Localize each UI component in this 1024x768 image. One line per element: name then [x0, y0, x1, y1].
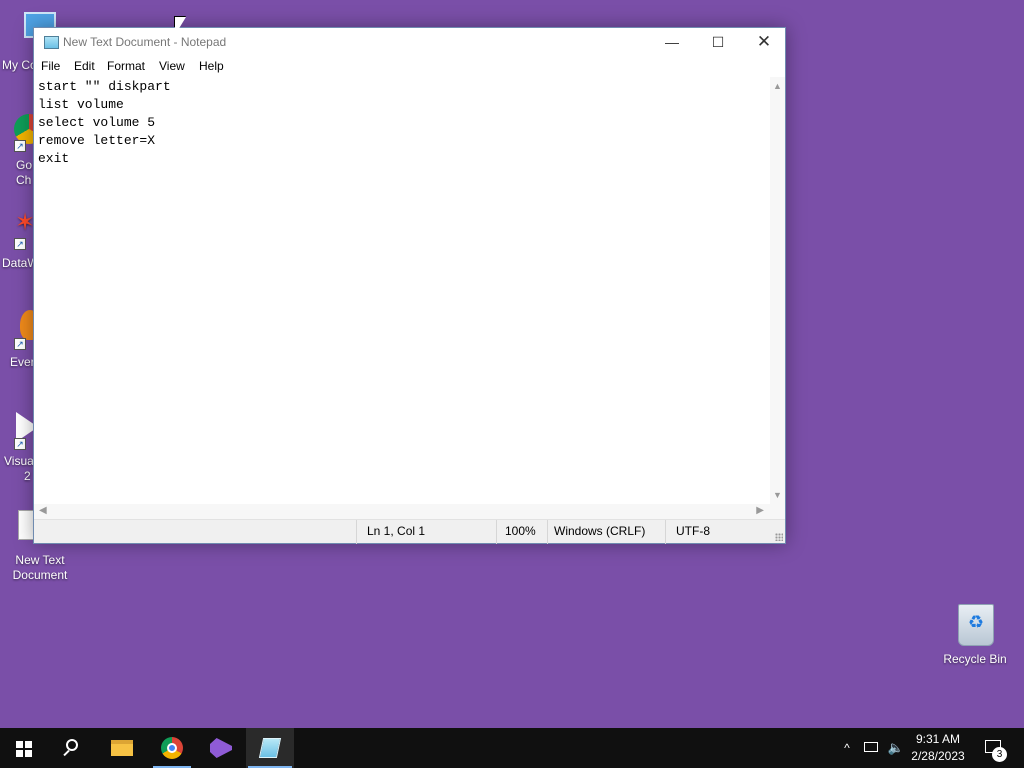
windows-logo-icon	[16, 741, 32, 757]
action-center-button[interactable]: 3	[980, 728, 1010, 768]
scroll-right-icon[interactable]: ▶	[756, 505, 764, 516]
desktop-icon-datawrapper[interactable]: ✶ ↗ DataW	[0, 210, 39, 280]
resize-grip-icon[interactable]	[775, 533, 783, 541]
desktop-icon-recycle-bin[interactable]: Recycle Bin	[940, 600, 1010, 670]
desktop-icon-label: Go Ch	[16, 158, 32, 188]
taskbar-visual-studio[interactable]	[197, 728, 245, 768]
zoom-level: 100%	[496, 520, 547, 544]
menu-bar: File Edit Format View Help	[34, 57, 785, 77]
start-button[interactable]	[0, 728, 48, 768]
desktop-icon-label: Recycle Bin	[943, 652, 1007, 666]
notification-count-badge: 3	[992, 747, 1007, 762]
desktop-icon-google-chrome[interactable]: ↗ Go Ch	[0, 110, 44, 190]
scrollbar-corner	[770, 504, 785, 519]
desktop-icon-label: Visua 2	[4, 454, 34, 484]
menu-help[interactable]: Help	[199, 59, 224, 73]
cursor-position: Ln 1, Col 1	[356, 520, 496, 544]
network-icon[interactable]	[862, 728, 882, 768]
scroll-down-icon[interactable]: ▼	[773, 490, 782, 500]
desktop-icon-visual-studio[interactable]: ↗ Visua 2	[0, 408, 38, 488]
recycle-bin-icon	[958, 604, 994, 646]
line-ending: Windows (CRLF)	[547, 520, 665, 544]
encoding: UTF-8	[665, 520, 785, 544]
close-button[interactable]: ✕	[741, 28, 787, 57]
visual-studio-icon	[210, 738, 232, 758]
volume-icon[interactable]: 🔈	[886, 728, 906, 768]
search-button[interactable]	[48, 728, 96, 768]
clock[interactable]: 9:31 AM 2/28/2023	[906, 731, 970, 765]
window-title: New Text Document - Notepad	[63, 35, 227, 49]
desktop-icon-label: Ever	[10, 355, 35, 369]
clock-time: 9:31 AM	[915, 732, 961, 746]
notepad-icon	[258, 738, 282, 758]
horizontal-scrollbar[interactable]: ◀ ▶	[34, 504, 770, 519]
chrome-icon	[161, 737, 183, 759]
shortcut-arrow-icon: ↗	[14, 140, 26, 152]
vertical-scrollbar[interactable]: ▲ ▼	[770, 77, 785, 504]
folder-icon	[111, 740, 133, 756]
desktop-icon-evernote[interactable]: ↗ Ever	[0, 308, 40, 378]
desktop-icon-label-line: Go	[16, 158, 33, 172]
title-bar[interactable]: New Text Document - Notepad — ☐ ✕	[34, 28, 785, 57]
taskbar-file-explorer[interactable]	[97, 728, 145, 768]
scroll-up-icon[interactable]: ▲	[773, 81, 782, 91]
search-icon-handle	[63, 749, 70, 757]
desktop-icon-label: My Co	[2, 58, 36, 72]
show-hidden-icons-button[interactable]: ^	[838, 728, 856, 768]
menu-view[interactable]: View	[159, 59, 185, 73]
shortcut-arrow-icon: ↗	[14, 438, 26, 450]
maximize-button[interactable]: ☐	[695, 28, 741, 57]
desktop-icon-label-line: Visua	[4, 454, 34, 468]
status-bar: Ln 1, Col 1 100% Windows (CRLF) UTF-8	[34, 519, 785, 544]
notepad-window[interactable]: New Text Document - Notepad — ☐ ✕ File E…	[33, 27, 786, 544]
taskbar-notepad[interactable]	[246, 728, 294, 768]
network-monitor-icon	[864, 742, 878, 752]
menu-edit[interactable]: Edit	[74, 59, 95, 73]
taskbar: ^ 🔈 9:31 AM 2/28/2023 3	[0, 728, 1024, 768]
shortcut-arrow-icon: ↗	[14, 238, 26, 250]
mouse-pointer-icon	[174, 16, 186, 36]
minimize-button[interactable]: —	[649, 28, 695, 57]
menu-file[interactable]: File	[41, 59, 60, 73]
scroll-left-icon[interactable]: ◀	[39, 505, 47, 516]
menu-format[interactable]: Format	[107, 59, 145, 73]
notepad-icon	[44, 36, 59, 49]
desktop-icon-label-line: 2	[24, 469, 31, 483]
desktop-icon-label: New Text Document	[12, 553, 68, 582]
text-editor[interactable]: start "" diskpart list volume select vol…	[34, 77, 770, 504]
taskbar-chrome[interactable]	[148, 728, 196, 768]
clock-date: 2/28/2023	[911, 749, 965, 763]
desktop-icon-label-line: Ch	[16, 173, 32, 187]
shortcut-arrow-icon: ↗	[14, 338, 26, 350]
